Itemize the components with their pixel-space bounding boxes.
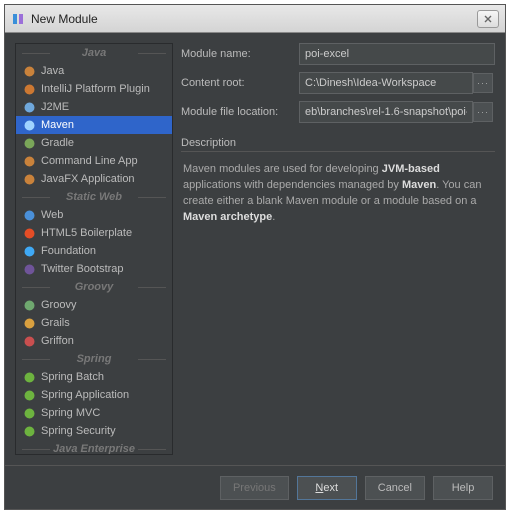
sidebar-item-label: Spring MVC [41, 407, 100, 419]
sidebar-item-label: Twitter Bootstrap [41, 263, 124, 275]
sidebar-item-spring-batch[interactable]: Spring Batch [16, 368, 172, 386]
bootstrap-icon [22, 262, 36, 276]
new-module-dialog: New Module Java Java IntelliJ Platform Plu… [4, 4, 506, 510]
foundation-icon [22, 244, 36, 258]
groovy-icon [22, 298, 36, 312]
main-panel: Module name: Content root: ··· Module fi… [181, 43, 495, 455]
sidebar-item-label: Spring Security [41, 425, 116, 437]
window-title: New Module [31, 12, 477, 26]
description-text: Maven modules are used for developing JV… [181, 156, 495, 232]
spring-icon [22, 406, 36, 420]
grails-icon [22, 316, 36, 330]
sidebar-item-label: Command Line App [41, 155, 138, 167]
sidebar-item-label: Foundation [41, 245, 96, 257]
web-icon [22, 208, 36, 222]
spring-icon [22, 424, 36, 438]
app-logo-icon [11, 12, 25, 26]
sidebar-item-griffon[interactable]: Griffon [16, 332, 172, 350]
gradle-icon [22, 136, 36, 150]
sidebar-item-web[interactable]: Web [16, 206, 172, 224]
module-type-sidebar[interactable]: Java Java IntelliJ Platform Plugin J2ME Mave… [15, 43, 173, 455]
separator [181, 151, 495, 152]
sidebar-item-label: Spring Batch [41, 371, 104, 383]
sidebar-item-label: HTML5 Boilerplate [41, 227, 132, 239]
close-button[interactable] [477, 10, 499, 28]
sidebar-item-foundation[interactable]: Foundation [16, 242, 172, 260]
sidebar-item-label: Web [41, 209, 63, 221]
module-file-input[interactable] [299, 101, 473, 123]
close-icon [484, 15, 492, 23]
description-heading: Description [181, 137, 495, 149]
sidebar-item-maven[interactable]: Maven [16, 116, 172, 134]
content-root-input[interactable] [299, 72, 473, 94]
sidebar-item-spring-mvc[interactable]: Spring MVC [16, 404, 172, 422]
sidebar-category: Groovy [16, 278, 172, 296]
dialog-footer: Previous Next Cancel Help [5, 465, 505, 509]
cancel-button[interactable]: Cancel [365, 476, 425, 500]
previous-button: Previous [220, 476, 289, 500]
sidebar-category: Static Web [16, 188, 172, 206]
plugin-icon [22, 82, 36, 96]
j2me-icon [22, 100, 36, 114]
sidebar-item-spring-application[interactable]: Spring Application [16, 386, 172, 404]
sidebar-item-java[interactable]: Java [16, 62, 172, 80]
cli-icon [22, 154, 36, 168]
sidebar-item-intellij-platform-plugin[interactable]: IntelliJ Platform Plugin [16, 80, 172, 98]
sidebar-item-html5-boilerplate[interactable]: HTML5 Boilerplate [16, 224, 172, 242]
module-name-label: Module name: [181, 48, 299, 60]
sidebar-item-label: JavaFX Application [41, 173, 135, 185]
sidebar-item-grails[interactable]: Grails [16, 314, 172, 332]
sidebar-item-label: Maven [41, 119, 74, 131]
next-button[interactable]: Next [297, 476, 357, 500]
sidebar-item-javafx-application[interactable]: JavaFX Application [16, 170, 172, 188]
dialog-body: Java Java IntelliJ Platform Plugin J2ME Mave… [5, 33, 505, 465]
sidebar-item-label: IntelliJ Platform Plugin [41, 83, 150, 95]
module-name-input[interactable] [299, 43, 495, 65]
spring-icon [22, 388, 36, 402]
help-button[interactable]: Help [433, 476, 493, 500]
sidebar-item-label: Grails [41, 317, 70, 329]
titlebar: New Module [5, 5, 505, 33]
sidebar-item-gradle[interactable]: Gradle [16, 134, 172, 152]
sidebar-item-label: Griffon [41, 335, 74, 347]
sidebar-item-j2me[interactable]: J2ME [16, 98, 172, 116]
module-file-browse-button[interactable]: ··· [473, 102, 493, 122]
javafx-icon [22, 172, 36, 186]
folder-icon [22, 64, 36, 78]
sidebar-category: Spring [16, 350, 172, 368]
sidebar-item-twitter-bootstrap[interactable]: Twitter Bootstrap [16, 260, 172, 278]
sidebar-item-command-line-app[interactable]: Command Line App [16, 152, 172, 170]
content-root-label: Content root: [181, 77, 299, 89]
spring-icon [22, 370, 36, 384]
sidebar-item-label: J2ME [41, 101, 69, 113]
maven-icon [22, 118, 36, 132]
content-root-browse-button[interactable]: ··· [473, 73, 493, 93]
sidebar-item-label: Java [41, 65, 64, 77]
sidebar-item-label: Groovy [41, 299, 76, 311]
html5-icon [22, 226, 36, 240]
sidebar-item-label: Spring Application [41, 389, 129, 401]
sidebar-category: Java Enterprise [16, 440, 172, 455]
sidebar-item-label: Gradle [41, 137, 74, 149]
sidebar-category: Java [16, 44, 172, 62]
griffon-icon [22, 334, 36, 348]
module-file-label: Module file location: [181, 106, 299, 118]
module-form: Module name: Content root: ··· Module fi… [181, 43, 495, 123]
sidebar-item-groovy[interactable]: Groovy [16, 296, 172, 314]
sidebar-item-spring-security[interactable]: Spring Security [16, 422, 172, 440]
